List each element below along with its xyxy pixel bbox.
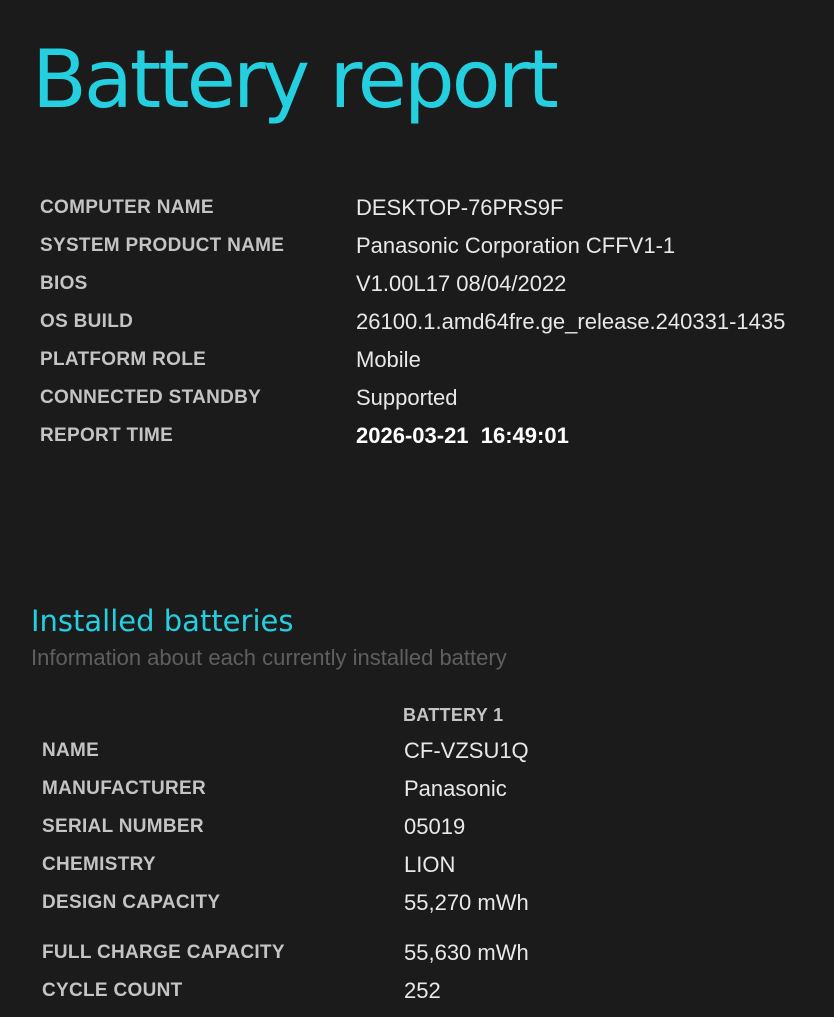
info-label: SYSTEM PRODUCT NAME: [40, 235, 285, 256]
info-row-bios: BIOS V1.00L17 08/04/2022: [40, 265, 830, 303]
battery-label: FULL CHARGE CAPACITY: [42, 942, 285, 963]
info-value: Supported: [356, 385, 458, 410]
page-title: Battery report: [32, 33, 559, 126]
battery-label: NAME: [42, 740, 100, 761]
battery-value: 55,630 mWh: [404, 940, 529, 965]
battery-row-name: NAME CF-VZSU1Q: [42, 732, 822, 770]
battery-row-chemistry: CHEMISTRY LION: [42, 846, 822, 884]
battery-value: Panasonic: [404, 776, 507, 801]
battery-row-serial-number: SERIAL NUMBER 05019: [42, 808, 822, 846]
info-row-system-product-name: SYSTEM PRODUCT NAME Panasonic Corporatio…: [40, 227, 830, 265]
info-value: DESKTOP-76PRS9F: [356, 195, 564, 220]
system-info-table: COMPUTER NAME DESKTOP-76PRS9F SYSTEM PRO…: [40, 189, 830, 455]
battery-label: MANUFACTURER: [42, 778, 207, 799]
battery-table: BATTERY 1 NAME CF-VZSU1Q MANUFACTURER Pa…: [42, 698, 822, 1010]
battery-value: 05019: [404, 814, 466, 839]
battery-label: CYCLE COUNT: [42, 980, 183, 1001]
info-label: PLATFORM ROLE: [40, 349, 207, 370]
info-label: COMPUTER NAME: [40, 197, 214, 218]
info-row-computer-name: COMPUTER NAME DESKTOP-76PRS9F: [40, 189, 830, 227]
battery-value: 252: [404, 978, 441, 1003]
info-row-connected-standby: CONNECTED STANDBY Supported: [40, 379, 830, 417]
battery-label: CHEMISTRY: [42, 854, 156, 875]
info-row-report-time: REPORT TIME 2026-03-21 16:49:01: [40, 417, 830, 455]
installed-batteries-title: Installed batteries: [31, 604, 294, 638]
info-label: CONNECTED STANDBY: [40, 387, 262, 408]
battery-row-manufacturer: MANUFACTURER Panasonic: [42, 770, 822, 808]
info-value: Mobile: [356, 347, 421, 372]
info-row-platform-role: PLATFORM ROLE Mobile: [40, 341, 830, 379]
battery-value: CF-VZSU1Q: [404, 738, 529, 763]
info-label: OS BUILD: [40, 311, 134, 332]
battery-value: LION: [404, 852, 456, 877]
battery-label: SERIAL NUMBER: [42, 816, 204, 837]
battery-table-header: BATTERY 1: [42, 698, 822, 732]
report-time-value: 2026-03-21 16:49:01: [356, 423, 569, 448]
info-label: REPORT TIME: [40, 425, 174, 446]
battery-value: 55,270 mWh: [404, 890, 529, 915]
info-row-os-build: OS BUILD 26100.1.amd64fre.ge_release.240…: [40, 303, 830, 341]
info-value: 26100.1.amd64fre.ge_release.240331-1435: [356, 309, 786, 334]
info-label: BIOS: [40, 273, 88, 294]
battery-row-design-capacity: DESIGN CAPACITY 55,270 mWh: [42, 884, 822, 934]
battery-row-full-charge-capacity: FULL CHARGE CAPACITY 55,630 mWh: [42, 934, 822, 972]
battery-column-header: BATTERY 1: [403, 704, 504, 725]
installed-batteries-subtitle: Information about each currently install…: [31, 645, 507, 670]
battery-label: DESIGN CAPACITY: [42, 892, 221, 913]
battery-row-cycle-count: CYCLE COUNT 252: [42, 972, 822, 1010]
info-value: V1.00L17 08/04/2022: [356, 271, 567, 296]
info-value: Panasonic Corporation CFFV1-1: [356, 233, 676, 258]
